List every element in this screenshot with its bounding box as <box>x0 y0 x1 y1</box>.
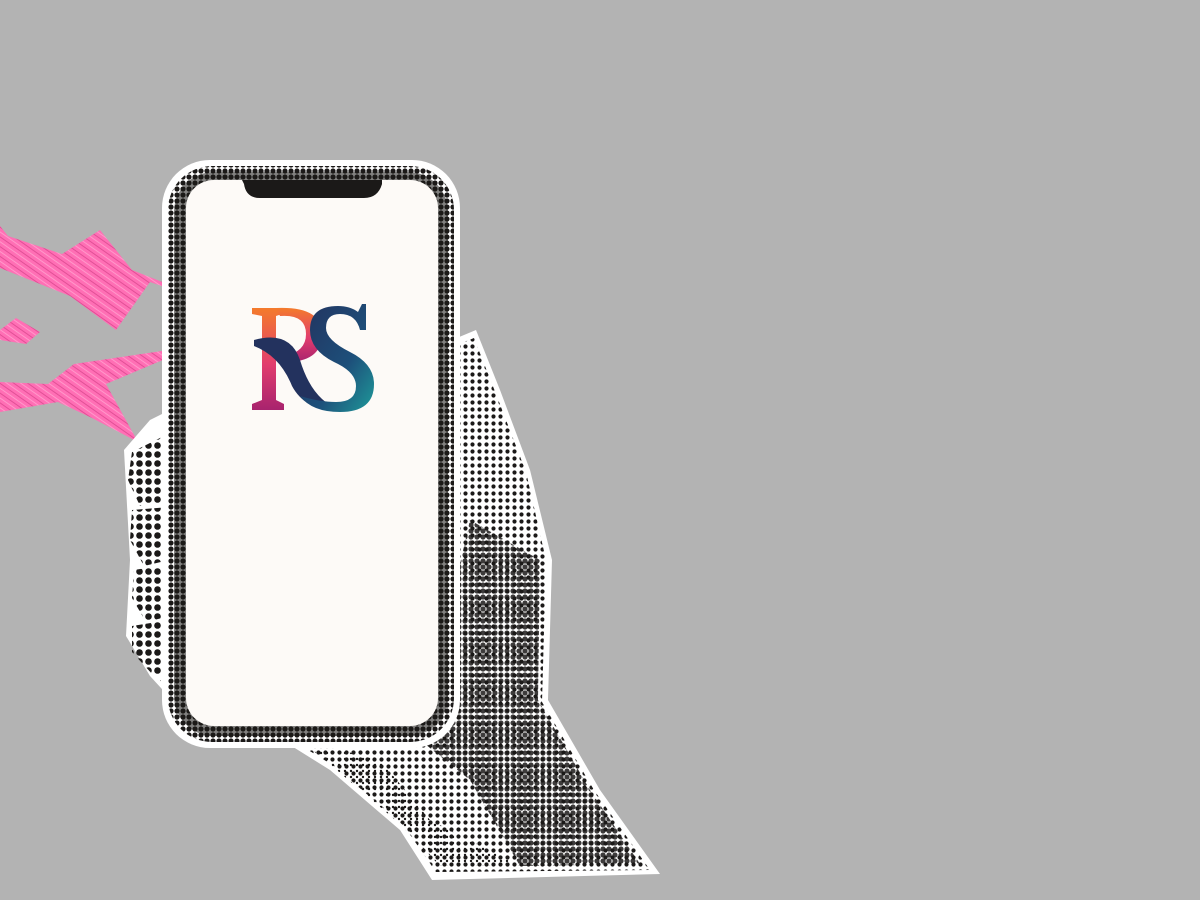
phone <box>162 160 460 748</box>
phone-screen <box>186 180 438 726</box>
phone-notch <box>242 180 382 198</box>
lightning-bolt-middle <box>0 318 40 344</box>
illustration <box>0 160 660 880</box>
scene <box>0 0 1200 900</box>
